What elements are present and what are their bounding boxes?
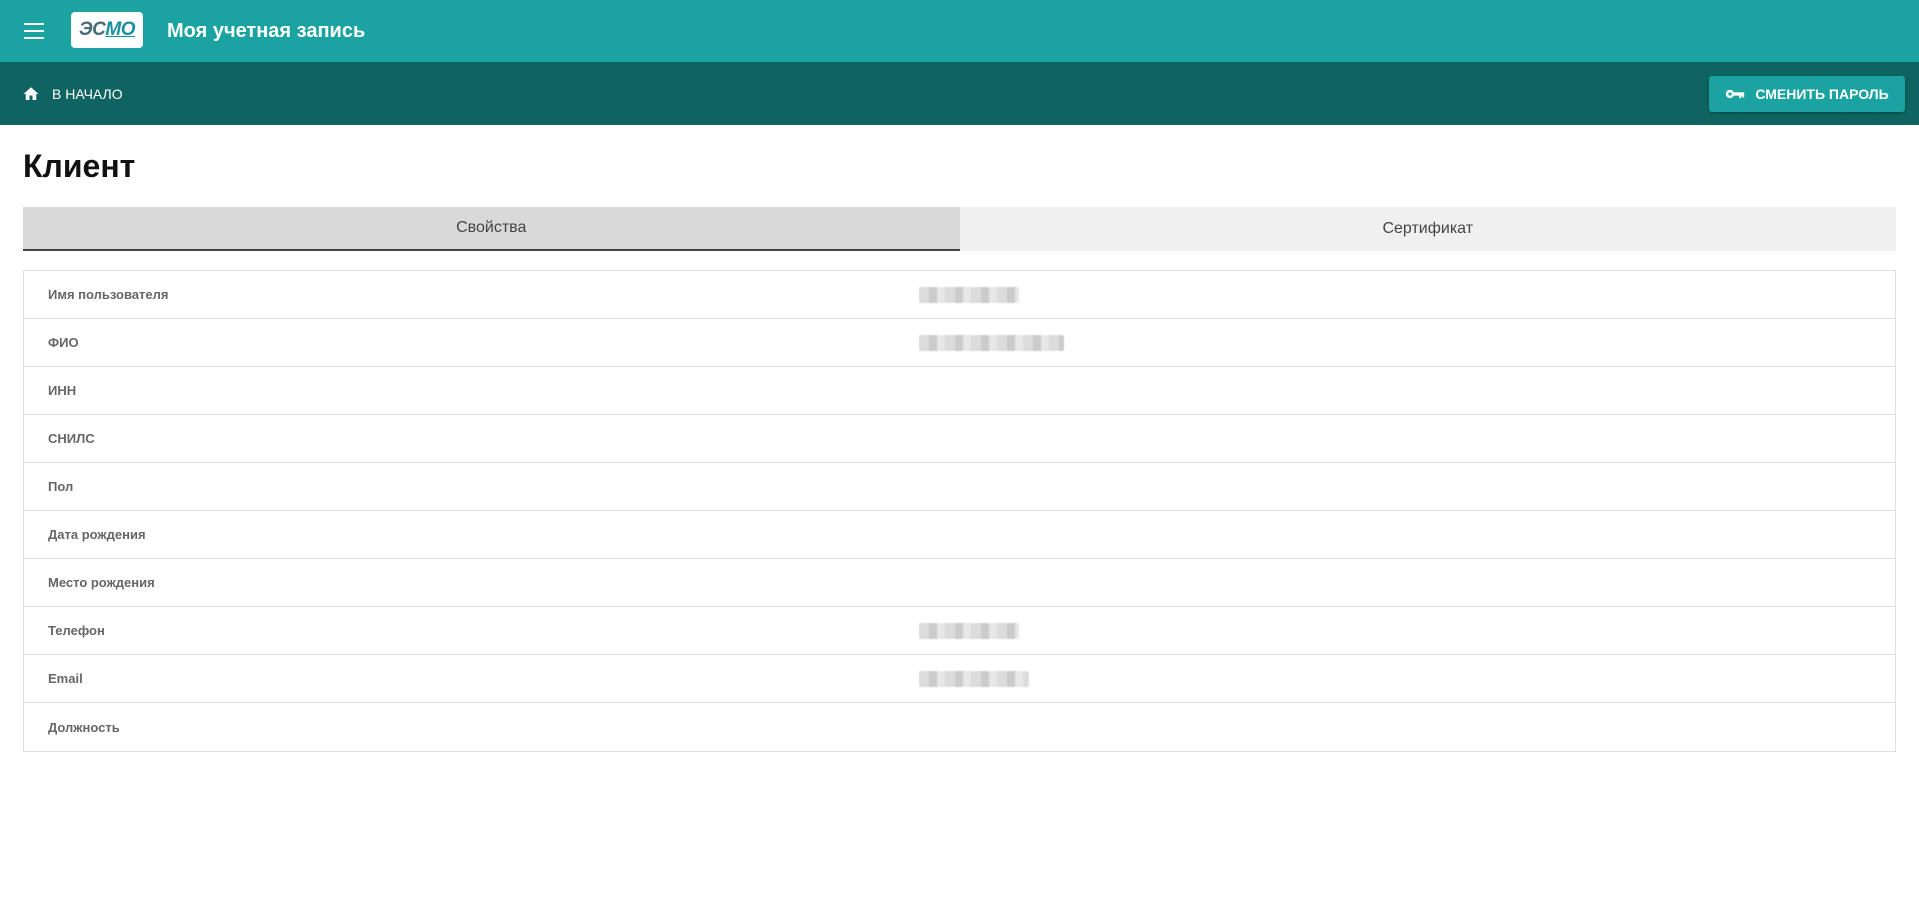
property-label: Имя пользователя <box>48 287 169 302</box>
page-title: Клиент <box>23 148 136 184</box>
property-label: СНИЛС <box>48 431 95 446</box>
property-value-redacted <box>919 670 1029 687</box>
properties-table: Имя пользователя ФИО ИНН СНИЛС Пол Дата … <box>23 270 1896 752</box>
property-value-redacted <box>919 286 1019 303</box>
home-link-label: В НАЧАЛО <box>52 86 123 102</box>
property-label: ФИО <box>48 335 79 350</box>
app-logo[interactable]: ЭСМО <box>71 12 143 48</box>
property-value-redacted <box>919 334 1064 351</box>
tab-properties[interactable]: Свойства <box>23 207 960 251</box>
property-row-phone: Телефон <box>24 607 1895 655</box>
property-row-fullname: ФИО <box>24 319 1895 367</box>
property-label: Должность <box>48 719 120 735</box>
tab-certificate[interactable]: Сертификат <box>959 207 1896 251</box>
property-label: Пол <box>48 479 74 494</box>
logo-text-part2: МО <box>105 19 135 40</box>
change-password-label: СМЕНИТЬ ПАРОЛЬ <box>1755 86 1889 102</box>
property-row-birthdate: Дата рождения <box>24 511 1895 559</box>
menu-icon[interactable] <box>20 17 48 45</box>
change-password-button[interactable]: СМЕНИТЬ ПАРОЛЬ <box>1709 76 1905 112</box>
property-row-position: Должность <box>24 703 1895 751</box>
property-row-snils: СНИЛС <box>24 415 1895 463</box>
property-label: Место рождения <box>48 575 155 590</box>
property-row-gender: Пол <box>24 463 1895 511</box>
property-label: ИНН <box>48 383 77 398</box>
property-row-username: Имя пользователя <box>24 271 1895 319</box>
home-link[interactable]: В НАЧАЛО <box>22 82 123 106</box>
app-bar: ЭСМО Моя учетная запись <box>0 0 1919 62</box>
property-label: Email <box>48 671 83 686</box>
key-icon <box>1726 89 1745 99</box>
tabs: Свойства Сертификат <box>23 207 1896 251</box>
property-label: Телефон <box>48 623 105 638</box>
toolbar: В НАЧАЛО СМЕНИТЬ ПАРОЛЬ <box>0 62 1919 125</box>
app-title: Моя учетная запись <box>167 20 366 42</box>
property-value-redacted <box>919 622 1019 639</box>
home-icon <box>23 87 39 100</box>
property-row-email: Email <box>24 655 1895 703</box>
logo-text-part1: ЭС <box>79 19 106 40</box>
property-row-birthplace: Место рождения <box>24 559 1895 607</box>
property-row-inn: ИНН <box>24 367 1895 415</box>
property-label: Дата рождения <box>48 527 146 542</box>
